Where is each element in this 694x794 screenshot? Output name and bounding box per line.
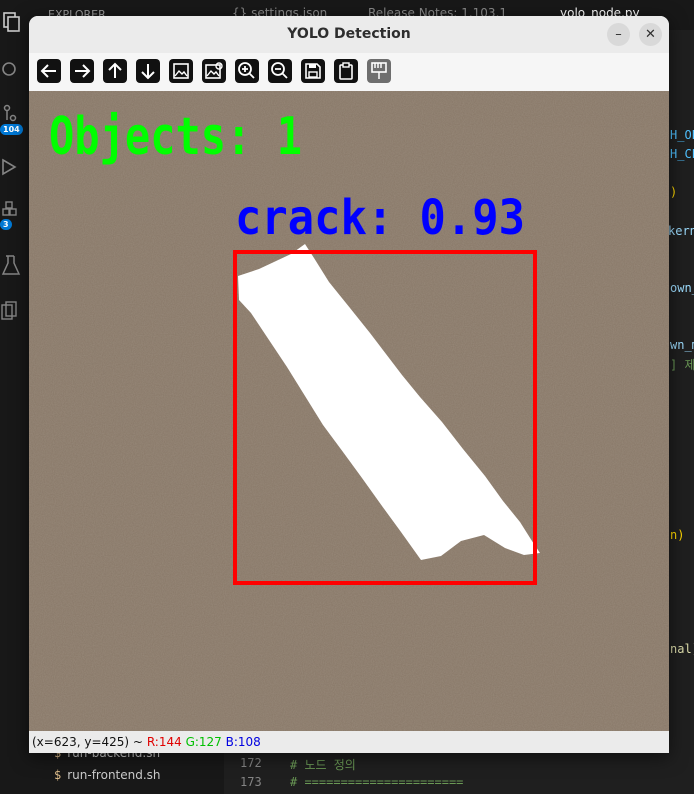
code-fragment: ] 제 xyxy=(670,358,694,372)
close-icon: ✕ xyxy=(645,27,656,42)
run-debug-icon[interactable] xyxy=(0,154,28,182)
pan-down-icon xyxy=(141,64,155,80)
zoom-fit-button[interactable] xyxy=(169,59,193,83)
status-bar: (x=623, y=425) ~ R:144 G:127 B:108 xyxy=(29,732,669,753)
zoom-original-icon xyxy=(205,62,223,79)
code-fragment: nal) xyxy=(670,642,694,656)
window-title: YOLO Detection xyxy=(287,26,411,42)
minimize-button[interactable]: – xyxy=(607,23,630,46)
pan-up-button[interactable] xyxy=(103,59,127,83)
code-fragment: own_ xyxy=(670,281,694,295)
pixel-green-value: G:127 xyxy=(185,735,222,749)
source-control-badge: 104 xyxy=(0,124,23,135)
code-fragment: H_CL xyxy=(670,147,694,161)
close-button[interactable]: ✕ xyxy=(639,23,662,46)
properties-icon xyxy=(371,62,387,79)
save-image-button[interactable] xyxy=(301,59,325,83)
pan-down-button[interactable] xyxy=(136,59,160,83)
zoom-in-icon xyxy=(238,62,255,79)
testing-icon[interactable] xyxy=(0,252,28,280)
zoom-out-button[interactable] xyxy=(268,59,292,83)
code-fragment: H_OP xyxy=(670,128,694,142)
copy-clipboard-icon xyxy=(339,62,353,80)
line-number: 172 xyxy=(240,756,262,770)
code-line: # ====================== xyxy=(290,775,464,789)
copy-clipboard-button[interactable] xyxy=(334,59,358,83)
objects-count-text: Objects: 1 xyxy=(49,107,302,167)
cursor-coordinates: (x=623, y=425) ~ xyxy=(32,735,143,749)
zoom-out-icon xyxy=(271,62,288,79)
code-fragment: n) xyxy=(670,528,685,542)
zoom-original-button[interactable] xyxy=(202,59,226,83)
code-fragment: kern xyxy=(668,224,694,238)
image-canvas[interactable]: crack: 0.93 Objects: 1 xyxy=(29,91,669,731)
code-fragment: ) xyxy=(670,185,678,199)
pan-up-icon xyxy=(108,62,122,78)
shell-file-icon: $ xyxy=(54,768,62,782)
activity-bar: 104 3 xyxy=(0,0,28,794)
yolo-detection-window: YOLO Detection – ✕ crack: 0.93 Objects: … xyxy=(29,16,669,753)
remote-explorer-icon[interactable] xyxy=(0,300,28,328)
pan-right-icon xyxy=(75,64,91,78)
properties-button[interactable] xyxy=(367,59,391,83)
save-icon xyxy=(305,63,321,79)
zoom-fit-icon xyxy=(173,63,189,79)
code-fragment: wn_m xyxy=(670,338,694,352)
image-toolbar xyxy=(29,53,669,91)
minimize-icon: – xyxy=(615,27,622,42)
pan-right-button[interactable] xyxy=(70,59,94,83)
detection-label: crack: 0.93 xyxy=(235,190,525,246)
code-line: # 노드 정의 xyxy=(290,758,356,772)
pan-left-icon xyxy=(40,64,56,78)
file-item-run-frontend[interactable]: $ run-frontend.sh xyxy=(54,768,161,786)
zoom-in-button[interactable] xyxy=(235,59,259,83)
pixel-blue-value: B:108 xyxy=(225,735,261,749)
pixel-red-value: R:144 xyxy=(146,735,182,749)
pan-left-button[interactable] xyxy=(37,59,61,83)
line-number: 173 xyxy=(240,775,262,789)
explorer-icon[interactable] xyxy=(0,8,28,36)
title-bar[interactable]: YOLO Detection – ✕ xyxy=(29,16,669,53)
search-icon[interactable] xyxy=(0,56,28,84)
extensions-badge: 3 xyxy=(0,219,12,230)
